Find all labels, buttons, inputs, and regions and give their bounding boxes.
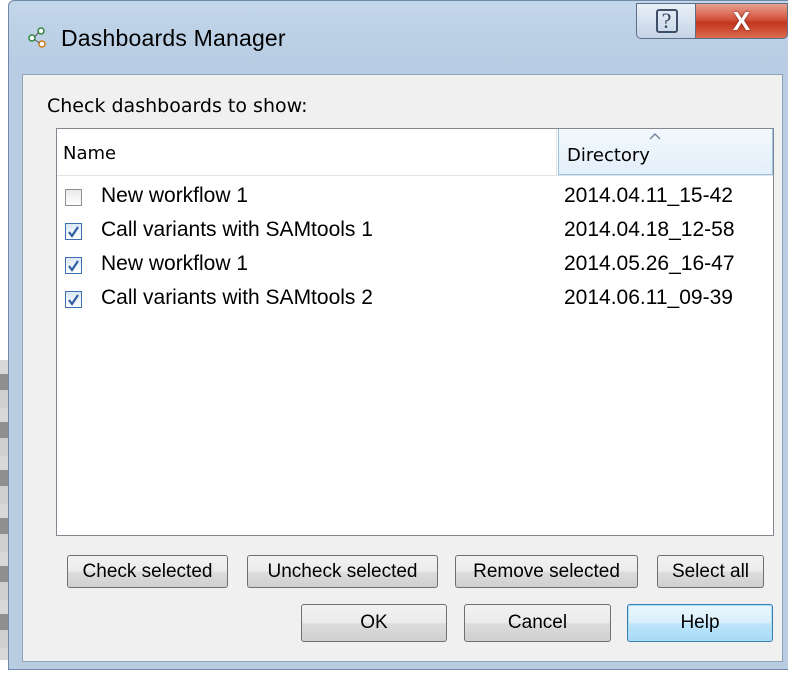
uncheck-selected-button[interactable]: Uncheck selected	[247, 555, 438, 588]
dialog-window: Dashboards Manager ? X Check dashboards …	[8, 0, 788, 670]
dashboard-directory: 2014.06.11_09-39	[564, 286, 733, 309]
help-button[interactable]: Help	[627, 604, 773, 642]
list-item[interactable]: New workflow 1 2014.05.26_16-47	[57, 251, 773, 283]
close-icon: X	[732, 5, 751, 36]
checkmark-icon	[68, 225, 79, 238]
window-title: Dashboards Manager	[61, 25, 286, 51]
check-selected-button[interactable]: Check selected	[67, 555, 228, 588]
column-header-name-label: Name	[63, 143, 117, 164]
column-header-directory-label: Directory	[567, 145, 650, 166]
dashboard-directory: 2014.04.18_12-58	[564, 218, 735, 241]
select-all-button[interactable]: Select all	[657, 555, 764, 588]
row-checkbox[interactable]	[65, 189, 82, 206]
sort-ascending-icon	[649, 129, 661, 143]
checkmark-icon	[68, 293, 79, 306]
checkmark-icon	[68, 259, 79, 272]
list-item[interactable]: Call variants with SAMtools 1 2014.04.18…	[57, 217, 773, 249]
dashboards-list[interactable]: Name Directory New workflow 1 2014.04.11…	[56, 128, 774, 536]
dashboard-name: Call variants with SAMtools 1	[101, 218, 373, 241]
title-bar[interactable]: Dashboards Manager ? X	[9, 1, 788, 73]
instruction-label: Check dashboards to show:	[47, 95, 308, 117]
row-checkbox[interactable]	[65, 223, 82, 240]
dashboards-app-icon	[28, 27, 46, 48]
column-header-name[interactable]: Name	[57, 129, 557, 175]
row-checkbox[interactable]	[65, 291, 82, 308]
row-checkbox[interactable]	[65, 257, 82, 274]
dialog-client-area: Check dashboards to show: Name Directory…	[22, 74, 783, 662]
dashboard-name: Call variants with SAMtools 2	[101, 286, 373, 309]
help-icon: ?	[655, 9, 678, 33]
title-help-button[interactable]: ?	[636, 3, 696, 39]
cancel-button[interactable]: Cancel	[464, 604, 611, 642]
dashboard-name: New workflow 1	[101, 252, 249, 275]
list-item[interactable]: New workflow 1 2014.04.11_15-42	[57, 183, 773, 215]
ok-button[interactable]: OK	[301, 604, 447, 642]
column-header-directory[interactable]: Directory	[558, 129, 773, 175]
dashboard-directory: 2014.04.11_15-42	[564, 184, 733, 207]
dashboard-directory: 2014.05.26_16-47	[564, 252, 735, 275]
remove-selected-button[interactable]: Remove selected	[455, 555, 638, 588]
dashboard-name: New workflow 1	[101, 184, 249, 207]
title-close-button[interactable]: X	[695, 3, 788, 39]
list-item[interactable]: Call variants with SAMtools 2 2014.06.11…	[57, 285, 773, 317]
list-header: Name Directory	[57, 129, 773, 176]
